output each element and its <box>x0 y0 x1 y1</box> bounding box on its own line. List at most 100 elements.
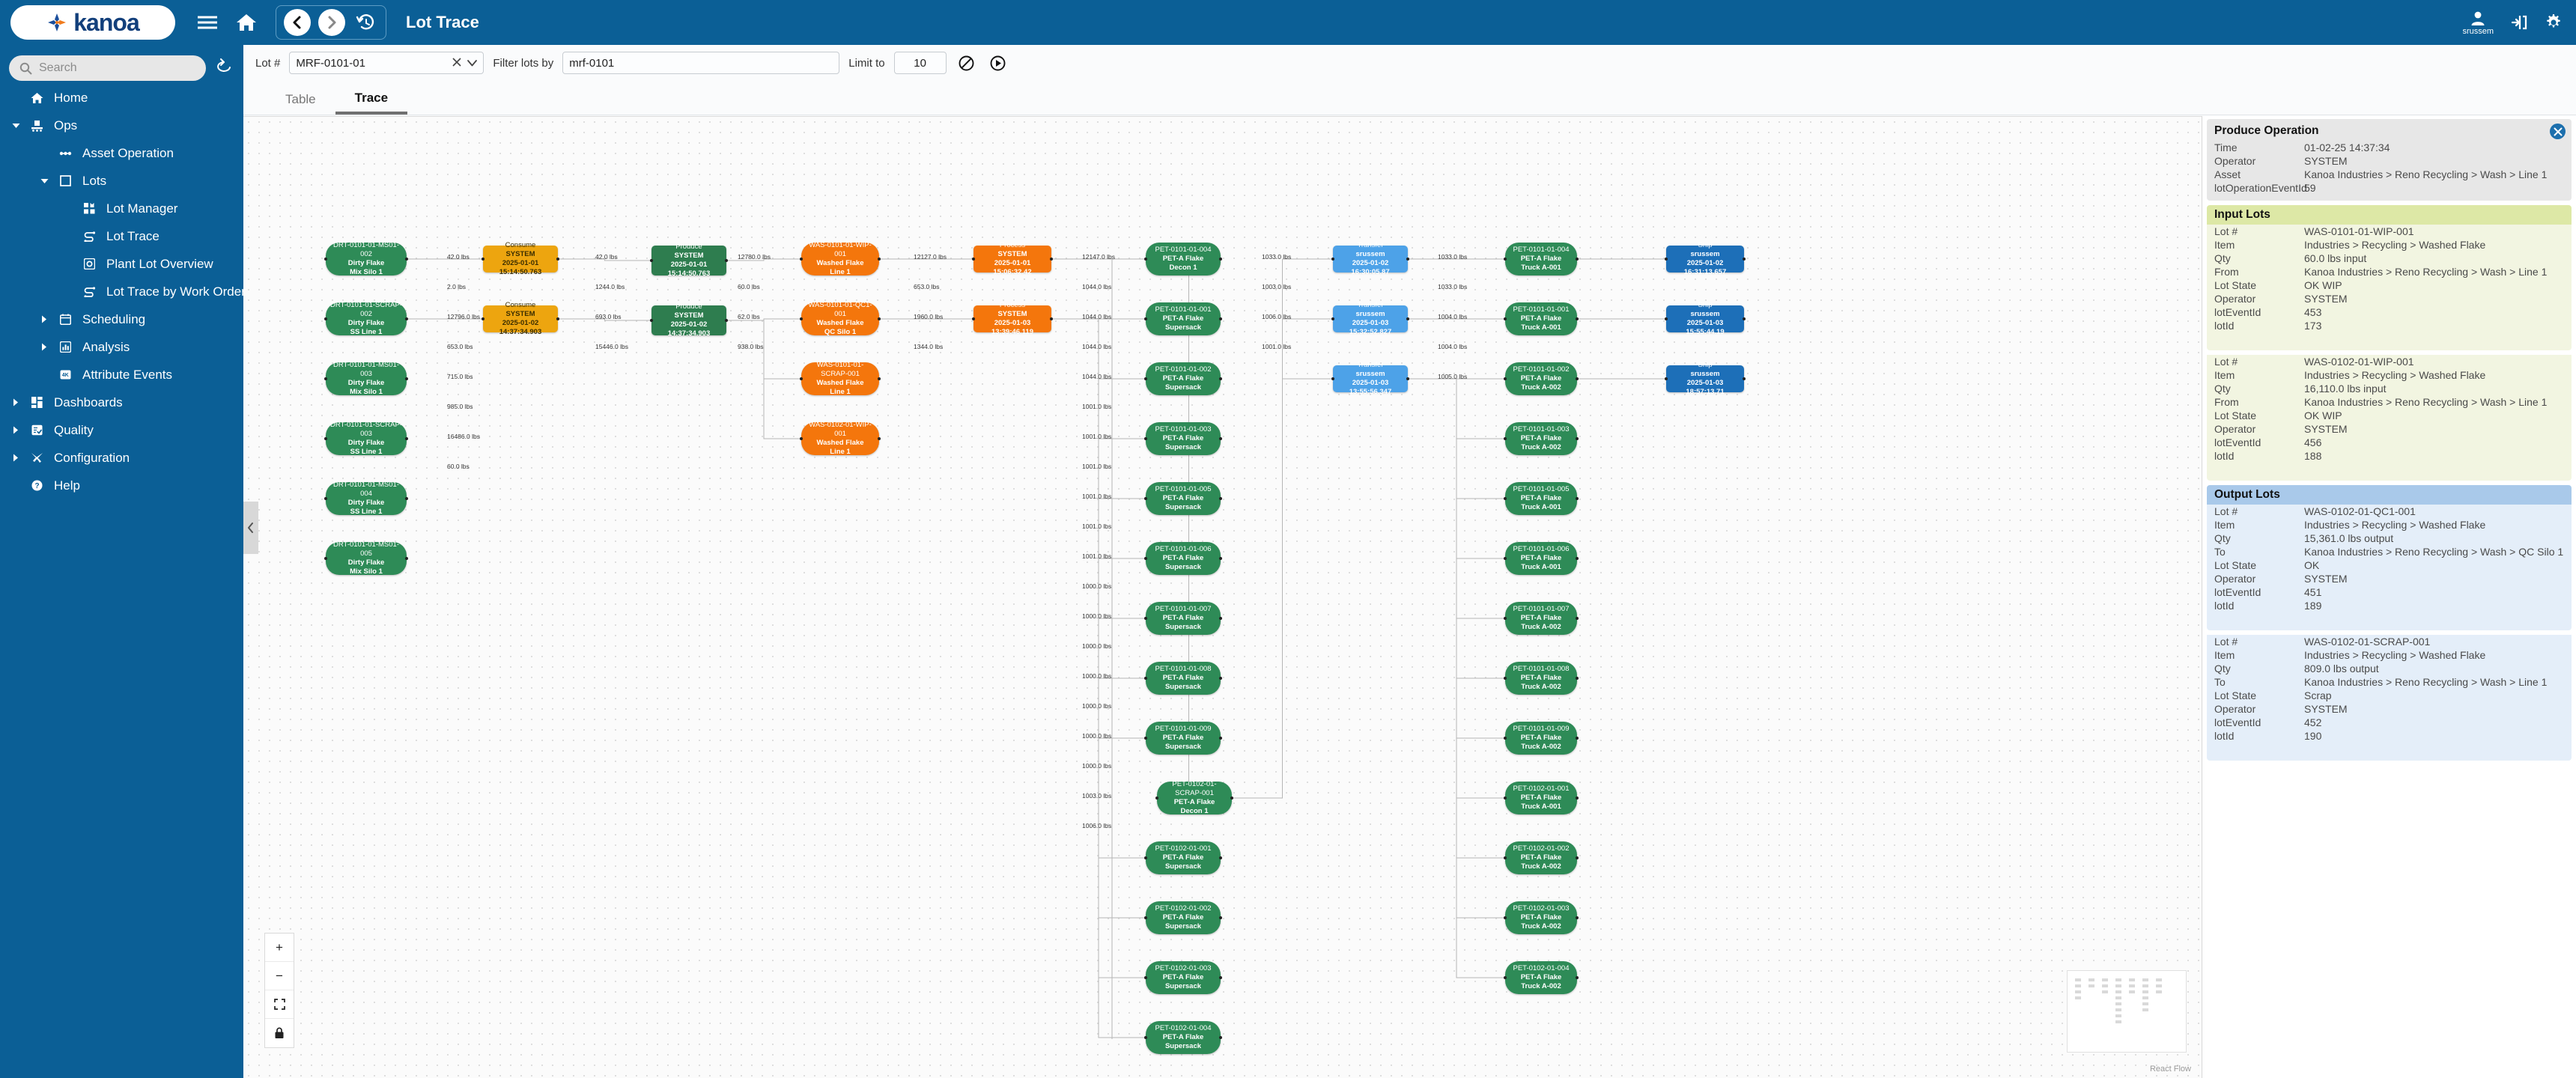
node-handle-left[interactable] <box>324 437 327 440</box>
lot-node[interactable]: PET-0102-01-SCRAP-001 PET-A Flake Decon 1 <box>1155 780 1233 815</box>
node-handle-left[interactable] <box>324 317 327 320</box>
zoom-out-button[interactable]: − <box>265 962 294 990</box>
node-handle-right[interactable] <box>1743 317 1746 320</box>
node-handle-right[interactable] <box>1219 377 1222 380</box>
operation-node[interactable]: Process SYSTEM 2025-01-01 15:06:32.42 <box>972 241 1053 276</box>
lot-node[interactable]: PET-0101-01-005 PET-A Flake Truck A-001 <box>1504 482 1579 515</box>
sidebar-item-help[interactable]: ? Help <box>0 472 243 499</box>
lot-node[interactable]: PET-0101-01-004 PET-A Flake Decon 1 <box>1144 243 1222 275</box>
node-handle-left[interactable] <box>1144 258 1147 261</box>
node-handle-right[interactable] <box>1219 497 1222 500</box>
lot-node[interactable]: PET-0101-01-005 PET-A Flake Supersack <box>1144 482 1222 515</box>
close-icon[interactable] <box>2550 124 2566 139</box>
node-handle-right[interactable] <box>1743 377 1746 380</box>
operation-node[interactable]: Consume SYSTEM 2025-01-02 14:37:34.903 <box>482 301 559 336</box>
lot-node[interactable]: DRT-0101-01-SCRAP-002 Dirty Flake SS Line … <box>324 301 408 336</box>
node-handle-left[interactable] <box>972 317 975 320</box>
node-handle-right[interactable] <box>1576 677 1579 680</box>
lot-node[interactable]: DRT-0101-01-MS01-004 Dirty Flake SS Line 1 <box>324 481 408 516</box>
node-handle-right[interactable] <box>1219 916 1222 919</box>
play-circle-icon[interactable] <box>987 52 1009 74</box>
lot-node[interactable]: PET-0102-01-004 PET-A Flake Supersack <box>1144 1021 1222 1054</box>
node-handle-right[interactable] <box>878 258 881 261</box>
lot-node[interactable]: PET-0101-01-009 PET-A Flake Truck A-002 <box>1504 722 1579 755</box>
node-handle-left[interactable] <box>1331 377 1334 380</box>
logout-icon[interactable] <box>2510 13 2528 31</box>
node-handle-right[interactable] <box>1050 317 1053 320</box>
node-handle-left[interactable] <box>1504 557 1507 560</box>
node-handle-left[interactable] <box>1144 617 1147 620</box>
node-handle-right[interactable] <box>405 317 408 320</box>
lot-node[interactable]: PET-0101-01-006 PET-A Flake Supersack <box>1144 542 1222 575</box>
lot-node[interactable]: PET-0102-01-001 PET-A Flake Supersack <box>1144 841 1222 874</box>
search-input[interactable]: Search <box>9 55 206 81</box>
lot-node[interactable]: DRT-0101-01-SCRAP-003 Dirty Flake SS Line … <box>324 421 408 456</box>
node-handle-left[interactable] <box>1504 258 1507 261</box>
forward-button[interactable] <box>318 9 345 36</box>
node-handle-right[interactable] <box>556 258 559 261</box>
sidebar-item-lots[interactable]: Lots <box>0 167 243 195</box>
lot-node[interactable]: PET-0101-01-007 PET-A Flake Truck A-002 <box>1504 602 1579 635</box>
lot-number-select[interactable]: MRF-0101-01 <box>289 52 484 74</box>
lot-node[interactable]: PET-0102-01-003 PET-A Flake Truck A-002 <box>1504 901 1579 934</box>
node-handle-right[interactable] <box>405 497 408 500</box>
lot-node[interactable]: WAS-0101-01-WIP-001 Washed Flake Line 1 <box>800 241 881 276</box>
node-handle-left[interactable] <box>1144 1036 1147 1039</box>
sidebar-item-configuration[interactable]: Configuration <box>0 444 243 472</box>
operation-node[interactable]: Transfer srussem 2025-01-03 15:32:52.827 <box>1331 301 1409 336</box>
operation-node[interactable]: Ship srussem 2025-01-02 16:31:13.657 <box>1665 241 1746 276</box>
node-handle-left[interactable] <box>1504 856 1507 859</box>
filter-lots-input[interactable]: mrf-0101 <box>562 52 840 74</box>
sidebar-item-scheduling[interactable]: Scheduling <box>0 305 243 333</box>
node-handle-right[interactable] <box>1576 916 1579 919</box>
node-handle-left[interactable] <box>1331 317 1334 320</box>
node-handle-left[interactable] <box>324 377 327 380</box>
node-handle-right[interactable] <box>1219 737 1222 740</box>
back-button[interactable] <box>284 9 311 36</box>
limit-input[interactable]: 10 <box>893 52 947 74</box>
chevron-right-icon[interactable] <box>6 426 25 434</box>
sidebar-item-lot-manager[interactable]: Lot Manager <box>0 195 243 222</box>
lot-node[interactable]: PET-0101-01-006 PET-A Flake Truck A-001 <box>1504 542 1579 575</box>
node-handle-left[interactable] <box>1504 916 1507 919</box>
operation-node[interactable]: Transfer srussem 2025-01-02 16:30:05.87 <box>1331 241 1409 276</box>
node-handle-right[interactable] <box>1219 1036 1222 1039</box>
node-handle-left[interactable] <box>1665 377 1668 380</box>
node-handle-left[interactable] <box>800 437 803 440</box>
node-handle-right[interactable] <box>405 437 408 440</box>
node-handle-left[interactable] <box>1144 916 1147 919</box>
lot-node[interactable]: DRT-0101-01-MS01-005 Dirty Flake Mix Silo … <box>324 540 408 576</box>
sidebar-collapse-handle[interactable] <box>243 502 258 554</box>
node-handle-right[interactable] <box>1219 617 1222 620</box>
node-handle-left[interactable] <box>800 317 803 320</box>
node-handle-right[interactable] <box>1230 797 1233 800</box>
fit-view-button[interactable] <box>265 990 294 1019</box>
node-handle-right[interactable] <box>1576 377 1579 380</box>
sidebar-item-lot-trace-by-work-order[interactable]: Lot Trace by Work Order <box>0 278 246 305</box>
canvas-minimap[interactable] <box>2067 970 2187 1053</box>
tab-trace[interactable]: Trace <box>335 85 408 115</box>
node-handle-left[interactable] <box>1144 497 1147 500</box>
node-handle-left[interactable] <box>324 497 327 500</box>
node-handle-right[interactable] <box>1576 617 1579 620</box>
lot-node[interactable]: PET-0101-01-001 PET-A Flake Truck A-001 <box>1504 302 1579 335</box>
node-handle-right[interactable] <box>1576 737 1579 740</box>
node-handle-right[interactable] <box>1219 317 1222 320</box>
chevron-right-icon[interactable] <box>6 454 25 462</box>
node-handle-right[interactable] <box>1219 976 1222 979</box>
node-handle-left[interactable] <box>650 259 653 262</box>
lock-button[interactable] <box>265 1019 294 1047</box>
user-menu[interactable]: srussem <box>2462 10 2494 36</box>
node-handle-right[interactable] <box>405 258 408 261</box>
node-handle-left[interactable] <box>1504 377 1507 380</box>
gear-icon[interactable] <box>2545 13 2563 31</box>
lot-node[interactable]: PET-0101-01-004 PET-A Flake Truck A-001 <box>1504 243 1579 275</box>
lot-node[interactable]: PET-0102-01-001 PET-A Flake Truck A-001 <box>1504 782 1579 814</box>
node-handle-left[interactable] <box>1665 258 1668 261</box>
operation-node[interactable]: Ship srussem 2025-01-03 15:55:44.19 <box>1665 301 1746 336</box>
history-clock-icon[interactable] <box>353 10 378 35</box>
hamburger-icon[interactable] <box>195 10 220 35</box>
sidebar-item-plant-lot-overview[interactable]: Plant Lot Overview <box>0 250 243 278</box>
node-handle-right[interactable] <box>1576 856 1579 859</box>
lot-node[interactable]: DRT-0101-01-MS01-003 Dirty Flake Mix Silo … <box>324 361 408 396</box>
